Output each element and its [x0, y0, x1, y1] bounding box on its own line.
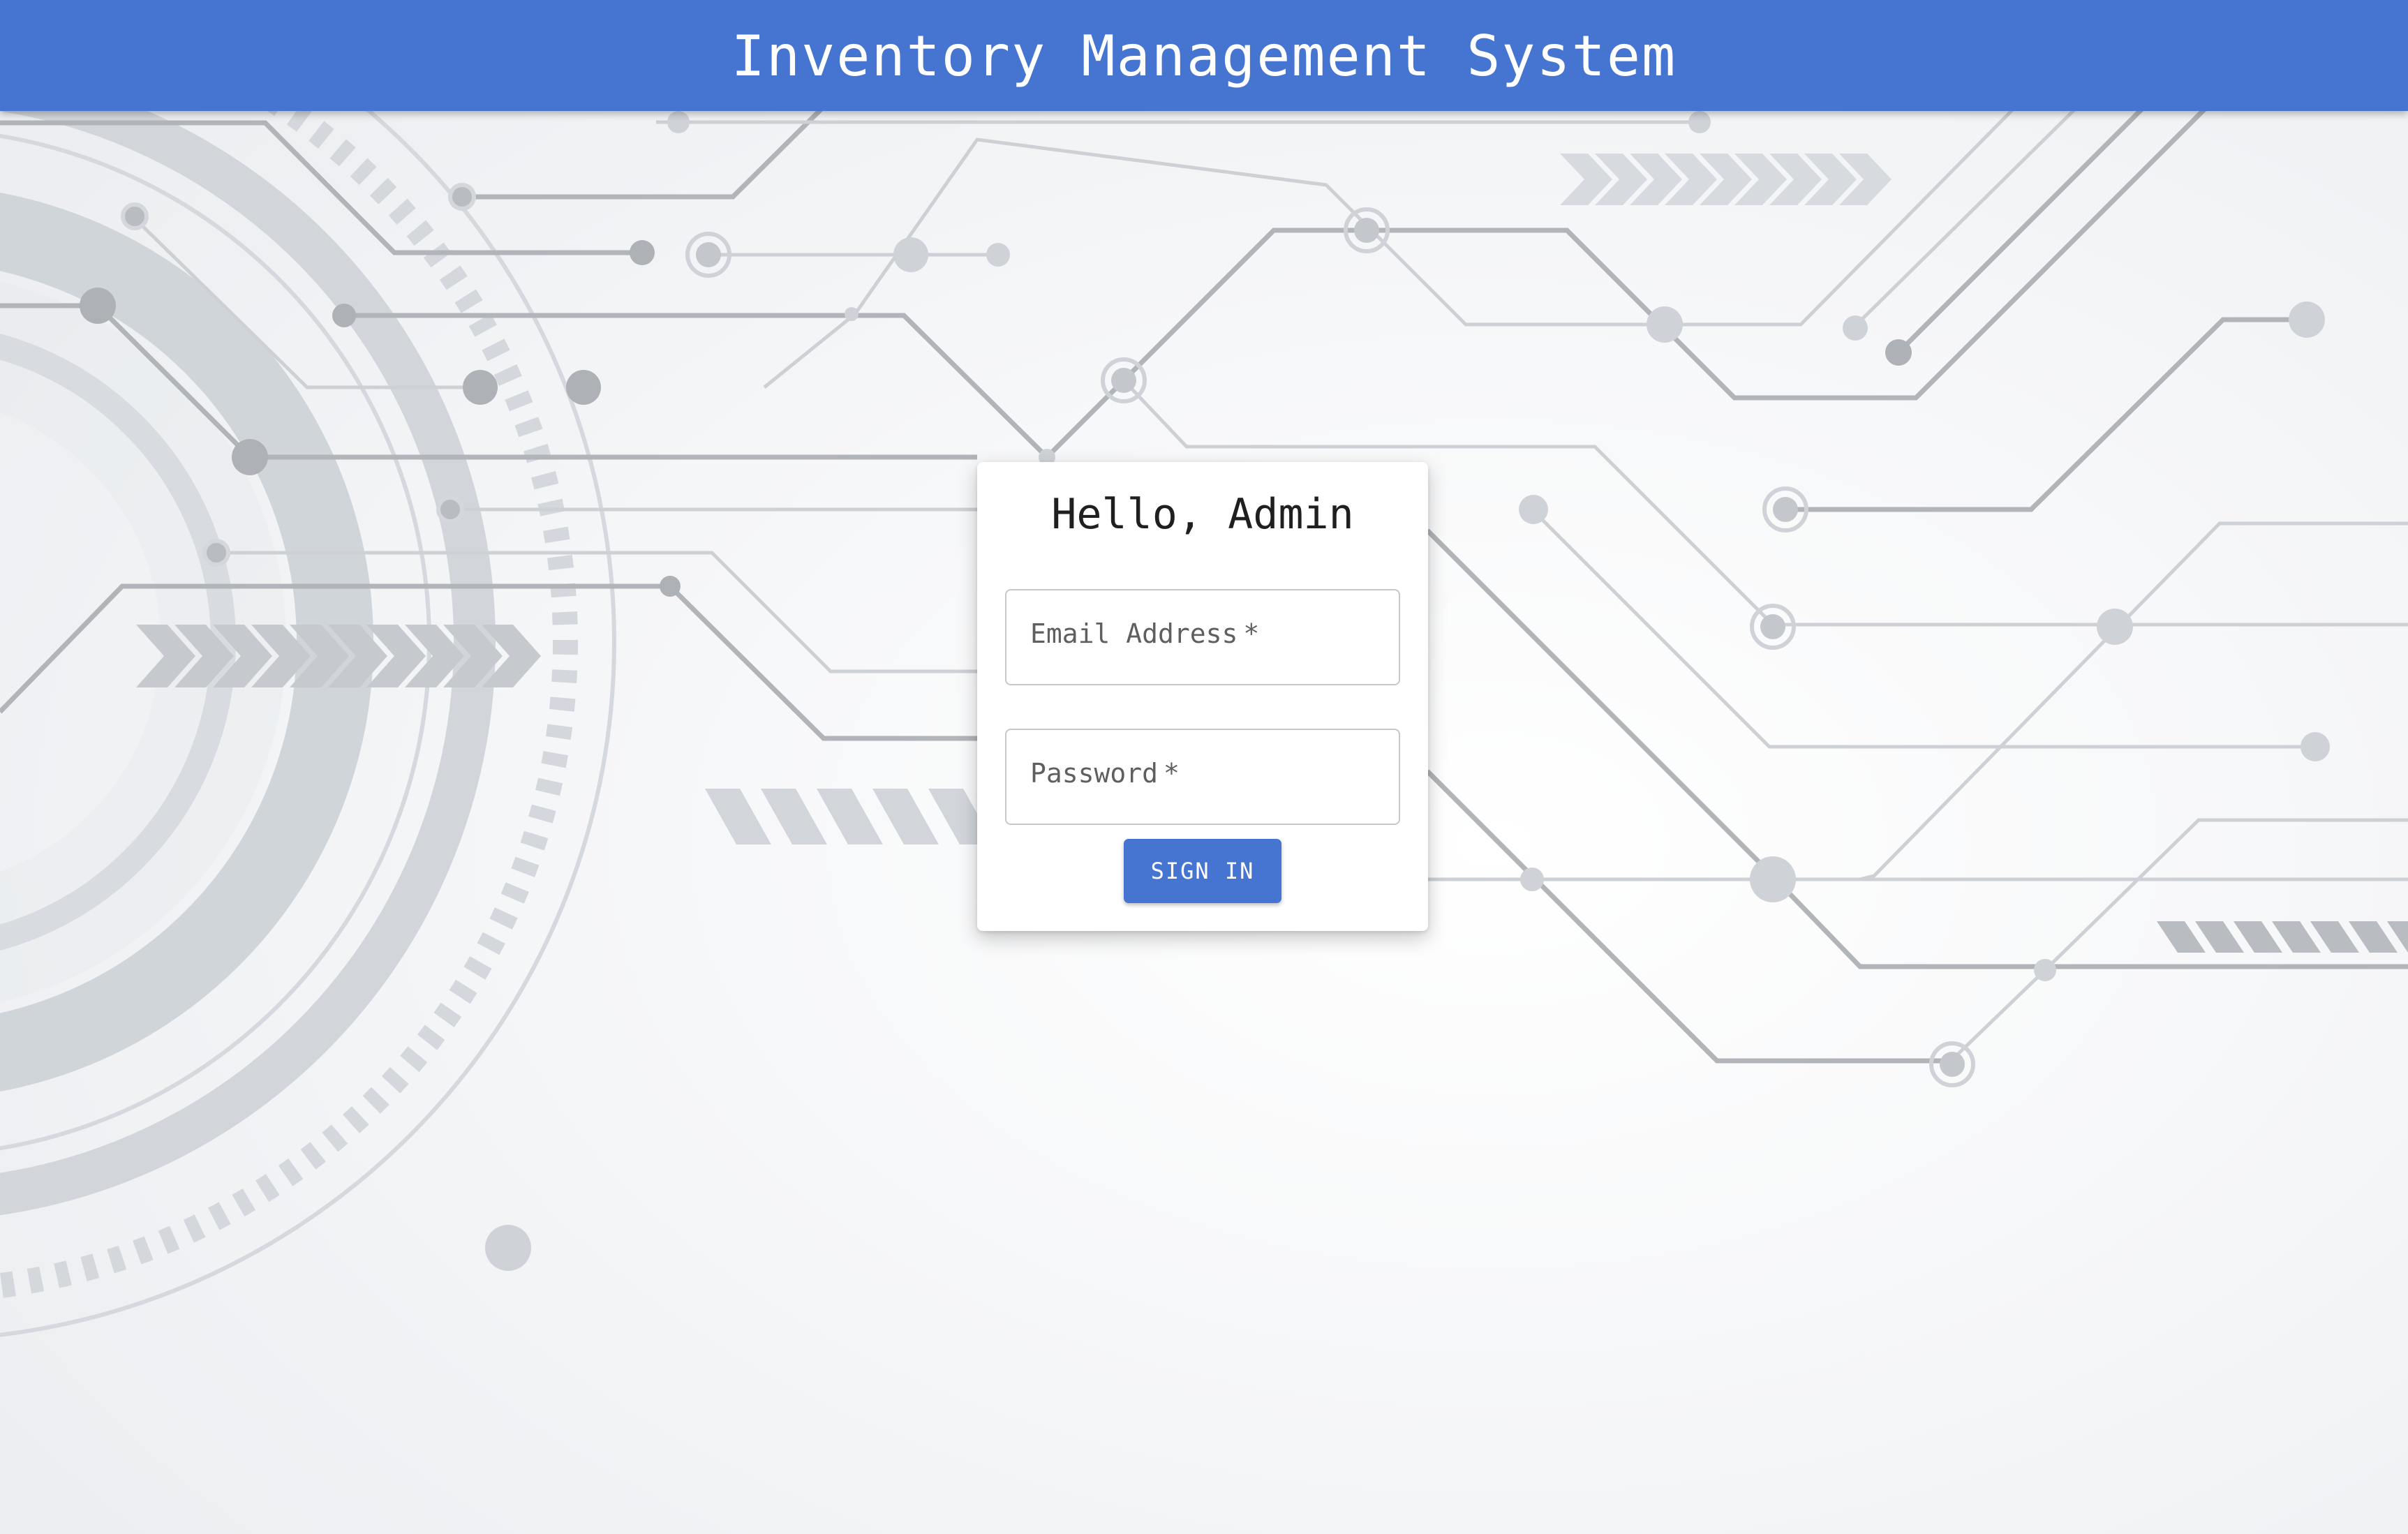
password-field-label: Password * — [1030, 758, 1180, 789]
app-title: Inventory Management System — [731, 24, 1677, 89]
email-field[interactable]: Email Address * — [1005, 589, 1400, 685]
app-bar: Inventory Management System — [0, 0, 2408, 111]
login-card: Hello, Admin Email Address * Password * SI… — [977, 462, 1428, 931]
required-marker: * — [1164, 758, 1180, 789]
sign-in-button[interactable]: SIGN IN — [1124, 839, 1281, 903]
password-field[interactable]: Password * — [1005, 729, 1400, 825]
required-marker: * — [1243, 618, 1260, 649]
greeting-heading: Hello, Admin — [1051, 490, 1354, 539]
email-field-label: Email Address * — [1030, 618, 1260, 649]
